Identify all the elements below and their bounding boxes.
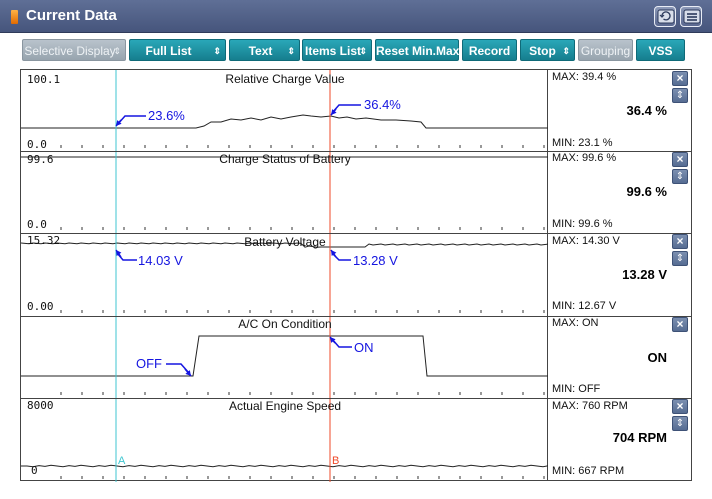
panel-divider xyxy=(21,316,547,317)
panel-title: A/C On Condition xyxy=(238,317,332,331)
value-panel: MAX: 39.4 % 36.4 % MIN: 23.1 % MAX: 99.6… xyxy=(548,69,692,481)
vss-label: VSS xyxy=(648,44,673,58)
close-icon: × xyxy=(676,71,684,85)
arrow-b1 xyxy=(331,104,361,114)
current-value: 13.28 V xyxy=(622,267,667,282)
spinner-icon: ⇕ xyxy=(562,46,570,56)
min-value: MIN: 667 RPM xyxy=(552,465,625,477)
max-value: MAX: 14.30 V xyxy=(552,235,620,247)
panel-divider xyxy=(548,398,691,399)
panel-title: Charge Status of Battery xyxy=(219,152,351,166)
menu-button[interactable] xyxy=(680,6,702,27)
y-min-label: 0 xyxy=(31,464,38,477)
spinner-icon: ⇕ xyxy=(287,46,295,56)
current-value: 99.6 % xyxy=(626,184,667,199)
panel-divider xyxy=(548,233,691,234)
expand-vertical-icon: ⇕ xyxy=(675,253,685,264)
retry-button[interactable] xyxy=(654,6,676,27)
grouping-label: Grouping xyxy=(580,44,631,58)
expand-item-button[interactable]: ⇕ xyxy=(672,169,688,184)
remove-item-button[interactable]: × xyxy=(672,317,688,332)
current-value: ON xyxy=(647,350,668,365)
current-data-window: Current Data Selective Display ⇕ Full Lis… xyxy=(0,0,712,499)
record-button[interactable]: Record xyxy=(462,39,517,61)
cursor-a-label: A xyxy=(118,455,126,467)
graph-area: 100.1 Relative Charge Value 0.0 23.6% 36… xyxy=(20,69,549,482)
remove-item-button[interactable]: × xyxy=(672,152,688,167)
expand-item-button[interactable]: ⇕ xyxy=(672,88,688,103)
panel-title: Relative Charge Value xyxy=(225,72,345,86)
max-value: MAX: 760 RPM xyxy=(552,400,628,412)
window-icon xyxy=(11,10,18,24)
expand-vertical-icon: ⇕ xyxy=(675,171,685,182)
cursor-b-annotation: 36.4% xyxy=(364,97,401,112)
vss-button[interactable]: VSS xyxy=(636,39,685,61)
max-value: MAX: ON xyxy=(552,317,599,329)
cursor-a-annotation: 23.6% xyxy=(148,108,185,123)
min-value: MIN: 12.67 V xyxy=(552,300,617,312)
graph-canvas xyxy=(21,70,549,482)
max-value: MAX: 39.4 % xyxy=(552,71,617,83)
stop-button[interactable]: Stop ⇕ xyxy=(520,39,575,61)
selective-display-button[interactable]: Selective Display ⇕ xyxy=(22,39,126,61)
close-icon: × xyxy=(676,234,684,248)
remove-item-button[interactable]: × xyxy=(672,71,688,86)
full-list-label: Full List xyxy=(145,44,192,58)
cursor-a-annotation: OFF xyxy=(136,356,162,371)
panel-divider xyxy=(548,316,691,317)
expand-item-button[interactable]: ⇕ xyxy=(672,416,688,431)
cursor-b-annotation: ON xyxy=(354,340,374,355)
arrow-a4 xyxy=(166,363,190,374)
panel-divider xyxy=(21,398,547,399)
reset-min-max-label: Reset Min.Max xyxy=(376,44,460,58)
grouping-button[interactable]: Grouping xyxy=(578,39,633,61)
cursor-b-label: B xyxy=(332,455,340,467)
engine-speed-trace xyxy=(21,464,549,468)
close-icon: × xyxy=(676,152,684,166)
window-title: Current Data xyxy=(26,7,117,24)
expand-vertical-icon: ⇕ xyxy=(675,418,685,429)
expand-item-button[interactable]: ⇕ xyxy=(672,251,688,266)
items-list-button[interactable]: Items List ⇕ xyxy=(302,39,372,61)
remove-item-button[interactable]: × xyxy=(672,399,688,414)
retry-icon xyxy=(657,9,675,24)
remove-item-button[interactable]: × xyxy=(672,234,688,249)
scrollbar[interactable] xyxy=(692,69,706,481)
toolbar: Selective Display ⇕ Full List ⇕ Text ⇕ Item… xyxy=(0,34,712,66)
selective-display-label: Selective Display xyxy=(24,44,116,58)
min-value: MIN: 99.6 % xyxy=(552,218,613,230)
panel-divider xyxy=(21,233,547,234)
panel-title: Battery Voltage xyxy=(244,235,326,249)
relative-charge-trace xyxy=(21,114,549,129)
record-label: Record xyxy=(468,44,511,58)
title-bar: Current Data xyxy=(0,0,712,33)
close-icon: × xyxy=(676,399,684,413)
expand-vertical-icon: ⇕ xyxy=(675,90,685,101)
current-value: 704 RPM xyxy=(612,430,667,445)
menu-icon xyxy=(683,9,701,24)
close-icon: × xyxy=(676,317,684,331)
panel-divider xyxy=(548,151,691,152)
stop-label: Stop xyxy=(529,44,556,58)
y-min-label: 0.0 xyxy=(27,218,47,231)
spinner-icon: ⇕ xyxy=(213,46,221,56)
min-value: MIN: 23.1 % xyxy=(552,137,613,149)
min-value: MIN: OFF xyxy=(552,383,601,395)
full-list-button[interactable]: Full List ⇕ xyxy=(129,39,226,61)
panel-title: Actual Engine Speed xyxy=(228,399,342,413)
cursor-b-annotation: 13.28 V xyxy=(353,253,398,268)
text-button[interactable]: Text ⇕ xyxy=(229,39,300,61)
text-label: Text xyxy=(248,44,273,58)
y-min-label: 0.00 xyxy=(27,300,54,313)
spinner-icon: ⇕ xyxy=(359,46,367,56)
cursor-a-annotation: 14.03 V xyxy=(138,253,183,268)
panel-divider xyxy=(21,151,547,152)
max-value: MAX: 99.6 % xyxy=(552,152,617,164)
items-list-label: Items List xyxy=(304,44,361,58)
ac-condition-trace xyxy=(21,335,549,377)
y-min-label: 0.0 xyxy=(27,138,47,151)
current-value: 36.4 % xyxy=(626,103,667,118)
spinner-icon: ⇕ xyxy=(113,46,121,56)
reset-min-max-button[interactable]: Reset Min.Max xyxy=(375,39,459,61)
